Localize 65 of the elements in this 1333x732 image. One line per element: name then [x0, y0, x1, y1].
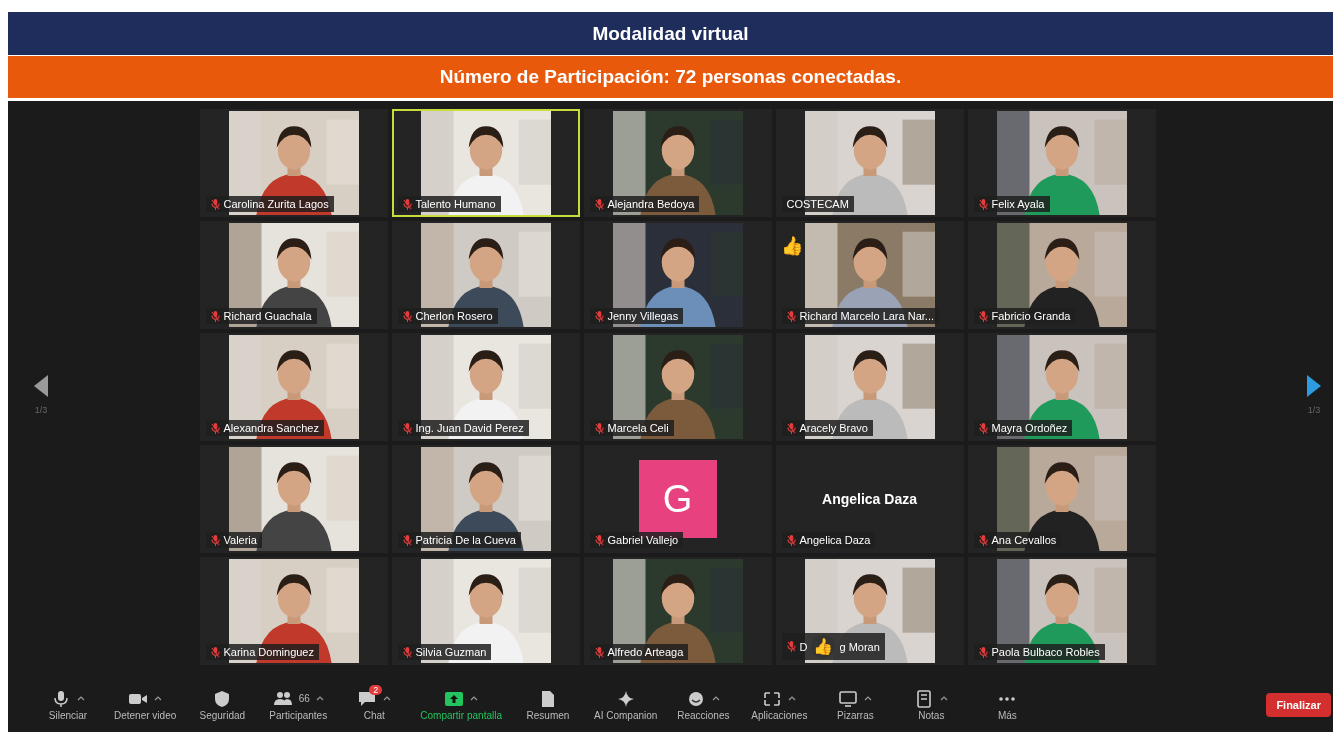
caret-icon[interactable]	[864, 696, 873, 701]
people-icon[interactable]	[272, 689, 293, 708]
participant-name: Karina Dominguez	[223, 646, 314, 658]
report-title: Modalidad virtual	[592, 22, 749, 45]
participant-name: Valeria	[223, 534, 257, 546]
participant-name: Paola Bulbaco Robles	[991, 646, 1100, 658]
participant-name: Patricia De la Cueva	[415, 534, 516, 546]
chat-icon[interactable]	[357, 689, 378, 708]
toolbar-button-label[interactable]: Más	[997, 709, 1017, 721]
previous-page-icon[interactable]	[32, 372, 50, 399]
participant-name: Talento Humano	[415, 198, 496, 210]
participant-name: D	[799, 640, 808, 653]
toolbar-button-label[interactable]: Reacciones	[677, 709, 730, 721]
whiteboard-icon[interactable]	[838, 689, 859, 708]
toolbar-button-label[interactable]: Compartir pantalla	[420, 709, 502, 721]
toolbar-button-label[interactable]: Chat	[363, 709, 385, 721]
caret-icon[interactable]	[383, 696, 392, 701]
caret-icon[interactable]	[154, 696, 163, 701]
toolbar-button-label[interactable]: Pizarras	[837, 709, 874, 721]
end-meeting-button[interactable]: Finalizar	[1266, 693, 1331, 717]
participant-name: g Moran	[839, 640, 880, 653]
participant-name: Richard Guachala	[223, 310, 312, 322]
caret-icon[interactable]	[940, 696, 949, 701]
participant-name: Jenny Villegas	[607, 310, 679, 322]
participation-count: Número de Participación: 72 personas conectadas.	[439, 66, 902, 88]
toolbar-button-label[interactable]: Participantes	[269, 709, 328, 721]
toolbar-button-label[interactable]: Aplicaciones	[751, 709, 808, 721]
participant-name: Ing. Juan David Perez	[415, 422, 524, 434]
share-screen-icon[interactable]	[444, 689, 465, 708]
participant-count: 66	[298, 693, 310, 704]
caret-icon[interactable]	[788, 696, 797, 701]
participant-name: Cherlon Rosero	[415, 310, 493, 322]
page-indicator: 1/3	[1307, 404, 1321, 415]
toolbar-button-label[interactable]: Resumen	[526, 709, 570, 721]
caret-icon[interactable]	[77, 696, 85, 701]
unread-badge: 2	[369, 684, 383, 695]
toolbar-button-label[interactable]: AI Companion	[594, 709, 658, 721]
page-indicator: 1/3	[34, 404, 48, 415]
caret-icon[interactable]	[712, 696, 721, 701]
participant-name: Mayra Ordoñez	[991, 422, 1068, 434]
toolbar-button-label[interactable]: Seguridad	[199, 709, 246, 721]
participant-name: Richard Marcelo Lara Nar...	[799, 310, 934, 322]
caret-icon[interactable]	[315, 696, 324, 701]
participant-name: Fabricio Granda	[991, 310, 1071, 322]
participant-name: Silvia Guzman	[415, 646, 487, 658]
participant-name: Felix Ayala	[991, 198, 1045, 210]
toolbar-button-label[interactable]: Silenciar	[48, 709, 88, 721]
participant-name: Ana Cevallos	[991, 534, 1057, 546]
participant-name: Alexandra Sanchez	[223, 422, 319, 434]
toolbar-button-label[interactable]: Notas	[918, 709, 945, 721]
participant-name: Aracely Bravo	[799, 422, 868, 434]
participant-name: Marcela Celi	[607, 422, 669, 434]
reaction-emoji: 👍	[811, 635, 836, 658]
toolbar-button-label[interactable]: Detener video	[114, 709, 177, 721]
apps-icon[interactable]	[762, 689, 783, 708]
participant-name: Alejandra Bedoya	[607, 198, 695, 210]
reaction-emoji: 👍	[780, 235, 803, 256]
microphone-icon[interactable]	[51, 689, 71, 708]
participant-display-name: Angelica Daza	[822, 491, 917, 507]
participant-name: Alfredo Arteaga	[607, 646, 684, 658]
participant-name: Carolina Zurita Lagos	[223, 198, 329, 210]
next-page-icon[interactable]	[1305, 372, 1323, 399]
participant-name: Angelica Daza	[799, 534, 871, 546]
participant-name: COSTECAM	[786, 198, 849, 210]
caret-icon[interactable]	[470, 696, 479, 701]
